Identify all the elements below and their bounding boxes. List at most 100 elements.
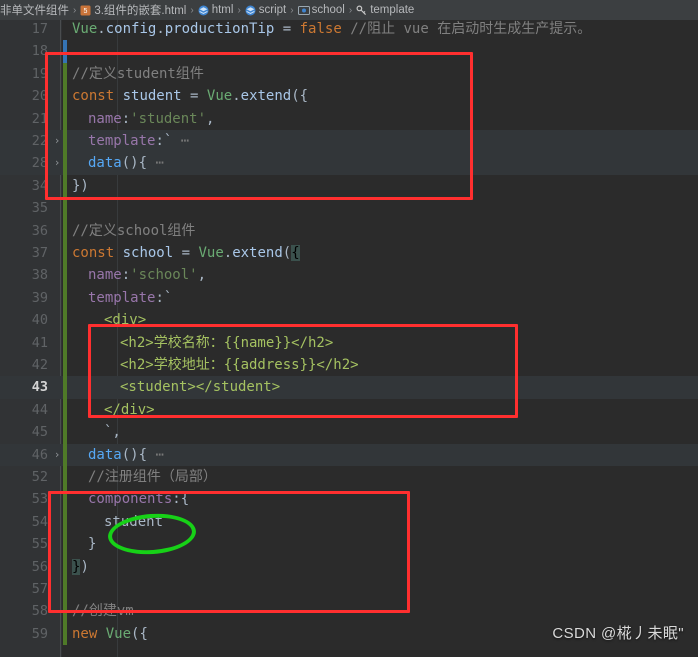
code-line-38[interactable]: 38 name:'school', — [0, 264, 698, 287]
breadcrumb-item-6[interactable]: template — [356, 4, 414, 16]
token: extend — [240, 88, 292, 105]
vcs-change-marker[interactable] — [63, 376, 67, 399]
vcs-change-marker[interactable] — [63, 264, 67, 287]
code-line-18[interactable]: 18 — [0, 40, 698, 63]
code-line-53[interactable]: 53 components:{ — [0, 488, 698, 511]
token: //注册组件（局部） — [88, 468, 217, 485]
vcs-change-marker[interactable] — [63, 443, 67, 466]
code-line-21[interactable]: 21 name:'student', — [0, 107, 698, 130]
vcs-change-marker[interactable] — [63, 354, 67, 377]
breadcrumb-item-1[interactable]: 非单文件组件 — [0, 2, 69, 18]
token: </div> — [104, 401, 155, 418]
fold-toggle-icon[interactable]: › — [52, 152, 62, 174]
token: <h2>学校地址：{{address}}</h2> — [120, 356, 359, 373]
token: 'student' — [130, 110, 207, 127]
line-number: 21 — [31, 110, 48, 127]
vcs-change-marker[interactable] — [63, 85, 67, 108]
vcs-change-marker[interactable] — [63, 510, 67, 534]
vcs-change-marker[interactable] — [63, 600, 67, 623]
code-line-19[interactable]: 19 //定义student组件 — [0, 62, 698, 86]
vcs-change-marker[interactable] — [63, 622, 67, 646]
code-text: components:{ — [72, 488, 189, 510]
token: : — [121, 110, 131, 127]
script-tag-icon — [245, 5, 256, 16]
breadcrumb-item-4[interactable]: script — [245, 4, 286, 16]
line-number: 19 — [31, 65, 48, 82]
token: = — [173, 244, 199, 261]
code-line-58[interactable]: 58 //创建vm — [0, 600, 698, 623]
code-line-37[interactable]: 37 const school = Vue.extend({ — [0, 242, 698, 265]
code-line-39[interactable]: 39 template:` — [0, 286, 698, 310]
breadcrumb[interactable]: 非单文件组件 › 5 3.组件的嵌套.html › html › script › school ›… — [0, 0, 698, 20]
token: = — [274, 20, 300, 37]
vcs-change-marker[interactable] — [63, 331, 67, 354]
vcs-change-marker[interactable] — [63, 107, 67, 130]
code-line-34[interactable]: 34}) — [0, 174, 698, 198]
vcs-change-marker[interactable] — [63, 286, 67, 310]
vcs-change-marker[interactable] — [63, 421, 67, 444]
code-line-20[interactable]: 20 const student = Vue.extend({ — [0, 85, 698, 108]
breadcrumb-item-2[interactable]: 5 3.组件的嵌套.html — [80, 2, 186, 18]
vcs-change-marker[interactable] — [63, 398, 67, 422]
breadcrumb-item-3[interactable]: html — [198, 4, 233, 16]
token: new — [72, 625, 98, 642]
breadcrumb-separator: › — [348, 4, 353, 16]
breadcrumb-item-5[interactable]: school — [297, 4, 345, 16]
code-line-28[interactable]: 28 › data(){ ⋯ — [0, 152, 698, 175]
fold-toggle-icon[interactable]: › — [52, 130, 62, 152]
code-line-46[interactable]: 46 › data(){ ⋯ — [0, 443, 698, 466]
vcs-change-marker[interactable] — [63, 152, 67, 175]
code-text: //创建vm — [72, 600, 134, 622]
vcs-change-marker[interactable] — [63, 174, 67, 198]
code-line-43[interactable]: 43 <student></student> — [0, 376, 698, 399]
code-line-57[interactable]: 57 — [0, 578, 698, 601]
vcs-change-marker[interactable] — [63, 242, 67, 265]
vcs-change-marker[interactable] — [63, 578, 67, 601]
line-number: 17 — [31, 20, 48, 37]
vcs-change-marker[interactable] — [63, 488, 67, 511]
line-number: 52 — [31, 468, 48, 485]
code-text: data(){ ⋯ — [72, 152, 164, 174]
code-line-36[interactable]: 36 //定义school组件 — [0, 219, 698, 242]
line-number: 59 — [31, 625, 48, 642]
code-line-56[interactable]: 56}) — [0, 555, 698, 578]
token: Vue — [72, 20, 98, 37]
line-number: 39 — [31, 289, 48, 306]
code-text: <student></student> — [72, 376, 280, 398]
code-line-22[interactable]: 22 › template:` ⋯ — [0, 130, 698, 153]
line-number: 44 — [31, 401, 48, 418]
code-line-55[interactable]: 55} — [0, 533, 698, 556]
code-line-45[interactable]: 45 `, — [0, 421, 698, 444]
vcs-change-marker[interactable] — [63, 533, 67, 556]
vcs-change-marker[interactable] — [63, 62, 67, 86]
code-line-40[interactable]: 40 <div> — [0, 309, 698, 332]
code-line-54[interactable]: 54 student — [0, 510, 698, 534]
token: //创建vm — [72, 603, 134, 620]
token: //定义student组件 — [72, 65, 204, 82]
vcs-change-marker[interactable] — [63, 130, 67, 153]
token: ⋯ — [147, 446, 164, 463]
watermark: CSDN @椛丿未眠" — [552, 625, 684, 642]
token: ) — [80, 558, 89, 575]
line-number: 54 — [31, 513, 48, 530]
code-line-35[interactable]: 35 — [0, 197, 698, 220]
vcs-change-marker[interactable] — [63, 197, 67, 220]
code-editor[interactable]: 17 Vue.config.productionTip = false //阻止 … — [0, 20, 698, 657]
vcs-change-marker[interactable] — [63, 466, 67, 489]
vcs-change-marker[interactable] — [63, 219, 67, 242]
code-text: <h2>学校名称：{{name}}</h2> — [72, 332, 333, 354]
code-line-41[interactable]: 41 <h2>学校名称：{{name}}</h2> — [0, 331, 698, 354]
line-number: 22 — [31, 132, 48, 149]
vcs-change-marker[interactable] — [63, 309, 67, 332]
vcs-change-marker[interactable] — [63, 555, 67, 578]
code-line-44[interactable]: 44 </div> — [0, 398, 698, 422]
line-number: 53 — [31, 491, 48, 508]
vcs-change-marker[interactable] — [63, 40, 67, 63]
code-line-52[interactable]: 52 //注册组件（局部） — [0, 466, 698, 489]
code-line-17[interactable]: 17 Vue.config.productionTip = false //阻止 … — [0, 20, 698, 40]
code-line-42[interactable]: 42 <h2>学校地址：{{address}}</h2> — [0, 354, 698, 377]
token: components — [88, 491, 173, 508]
fold-toggle-icon[interactable]: › — [52, 444, 62, 466]
